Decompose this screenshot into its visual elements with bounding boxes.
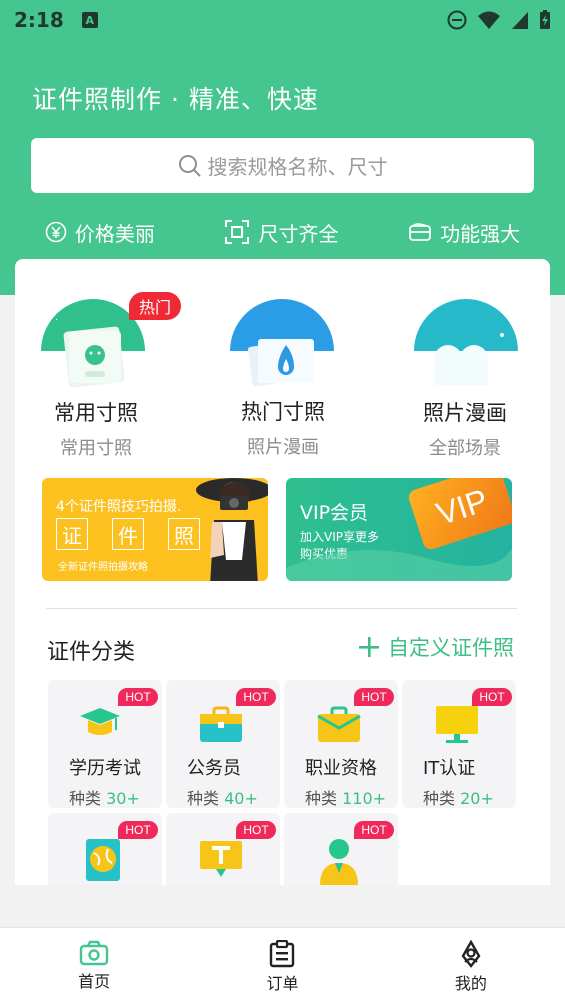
hot-badge: HOT: [118, 688, 158, 706]
main-card: · 热门 常用寸照 常用寸照 热门寸照 照片漫画 照片漫画 全部场景 4个证件照…: [15, 259, 550, 885]
category-subtitle: 照片漫画: [247, 437, 319, 458]
nav-orders[interactable]: 订单: [188, 928, 376, 1004]
tile-count-prefix: 种类: [187, 789, 220, 808]
user-icon: [461, 940, 481, 968]
banner-char: 件: [112, 518, 144, 550]
custom-photo-link[interactable]: 自定义证件照: [358, 632, 514, 662]
photo-tips-banner[interactable]: 4个证件照技巧拍摄. 证 件 照 全新证件照拍摄攻略: [42, 478, 268, 581]
search-input[interactable]: 搜索规格名称、尺寸: [31, 138, 534, 193]
nav-label: 首页: [78, 972, 111, 991]
globe-book-icon: [86, 839, 120, 881]
category-subtitle: 全部场景: [429, 438, 501, 459]
nav-mine[interactable]: 我的: [377, 928, 565, 1004]
briefcase-icon: [200, 706, 242, 742]
notification-icon: A: [81, 12, 98, 28]
tile-count: 种类 40+: [187, 785, 258, 808]
yuan-icon: [45, 221, 67, 243]
feature-size: 尺寸齐全: [224, 218, 338, 247]
search-placeholder: 搜索规格名称、尺寸: [207, 155, 388, 179]
banner-caption: 全新证件照拍摄攻略: [58, 562, 148, 573]
tile-education-exam[interactable]: HOT 学历考试 种类 30+: [48, 680, 162, 808]
tile-count-value: 30+: [106, 789, 140, 808]
section-divider: [46, 608, 517, 609]
tile-t-sign[interactable]: HOT: [166, 813, 280, 885]
nav-home[interactable]: 首页: [0, 928, 188, 1004]
clipboard-icon: [270, 940, 295, 968]
bottom-nav: 首页 订单 我的: [0, 927, 565, 1004]
tile-count-prefix: 种类: [305, 789, 338, 808]
search-icon: [178, 154, 201, 177]
category-subtitle: 常用寸照: [60, 438, 132, 459]
signal-icon: [512, 12, 528, 29]
tile-name: IT认证: [423, 758, 476, 779]
folder-icon: [317, 706, 361, 742]
person-icon: [320, 839, 358, 885]
tile-name: 公务员: [187, 758, 241, 779]
tile-name: 学历考试: [69, 758, 141, 779]
page-title: 证件照制作 · 精准、快速: [32, 85, 319, 114]
banner-char: 证: [56, 518, 88, 550]
tile-count: 种类 110+: [305, 785, 386, 808]
tile-count-value: 110+: [342, 789, 387, 808]
category-title: 常用寸照: [54, 401, 138, 425]
vip-wave-decoration: [286, 548, 512, 581]
feature-label: 功能强大: [440, 221, 521, 246]
plus-icon: [359, 637, 379, 657]
banner-char-boxes: 证 件 照: [56, 518, 200, 550]
tile-count-value: 20+: [460, 789, 494, 808]
tile-civil-servant[interactable]: HOT 公务员 种类 40+: [166, 680, 280, 808]
tile-name: 职业资格: [305, 758, 377, 779]
hot-badge: 热门: [129, 292, 181, 320]
comic-card-icon: [414, 299, 518, 385]
tile-it-certification[interactable]: HOT IT认证 种类 20+: [402, 680, 516, 808]
category-title: 热门寸照: [241, 400, 325, 424]
vip-title: VIP会员: [300, 502, 369, 524]
do-not-disturb-icon: [447, 10, 467, 30]
feature-strip: 价格美丽 尺寸齐全 功能强大: [0, 212, 565, 252]
monitor-icon: [436, 706, 478, 743]
svg-text:·: ·: [55, 315, 58, 326]
feature-function: 功能强大: [408, 218, 520, 247]
feature-price: 价格美丽: [45, 218, 155, 247]
tile-count-prefix: 种类: [423, 789, 456, 808]
category-common-photo[interactable]: · 热门 常用寸照 常用寸照: [21, 259, 181, 469]
status-bar: 2:18 A: [0, 0, 565, 40]
tile-count-prefix: 种类: [69, 789, 102, 808]
nav-label: 我的: [454, 974, 487, 993]
tile-count: 种类 30+: [69, 785, 140, 808]
tile-globe-book[interactable]: HOT: [48, 813, 162, 885]
section-title: 证件分类: [47, 640, 136, 665]
tile-count-value: 40+: [224, 789, 258, 808]
custom-link-label: 自定义证件照: [388, 636, 514, 660]
tile-count: 种类 20+: [423, 785, 494, 808]
tile-person[interactable]: HOT: [284, 813, 398, 885]
vip-banner[interactable]: VIP会员 加入VIP享更多 购买优惠 VIP: [286, 478, 512, 581]
category-title: 照片漫画: [423, 401, 507, 425]
status-time: 2:18: [14, 8, 64, 32]
battery-icon: [540, 10, 550, 29]
photographer-illustration: [196, 478, 268, 581]
feature-label: 尺寸齐全: [258, 221, 339, 246]
flame-card-icon: [230, 299, 334, 387]
photo-id-icon: ·: [41, 299, 145, 388]
t-sign-icon: [200, 841, 242, 877]
wifi-icon: [478, 11, 500, 29]
tile-professional-qualification[interactable]: HOT 职业资格 种类 110+: [284, 680, 398, 808]
frame-icon: [225, 220, 250, 244]
camera-icon: [79, 940, 109, 966]
category-hot-photo[interactable]: 热门寸照 照片漫画: [208, 259, 358, 469]
wallet-icon: [409, 223, 432, 241]
banner-title: 4个证件照技巧拍摄.: [56, 499, 182, 515]
graduation-cap-icon: [80, 708, 120, 735]
nav-label: 订单: [266, 974, 299, 993]
category-photo-comic[interactable]: 照片漫画 全部场景: [390, 259, 540, 469]
feature-label: 价格美丽: [74, 221, 155, 246]
